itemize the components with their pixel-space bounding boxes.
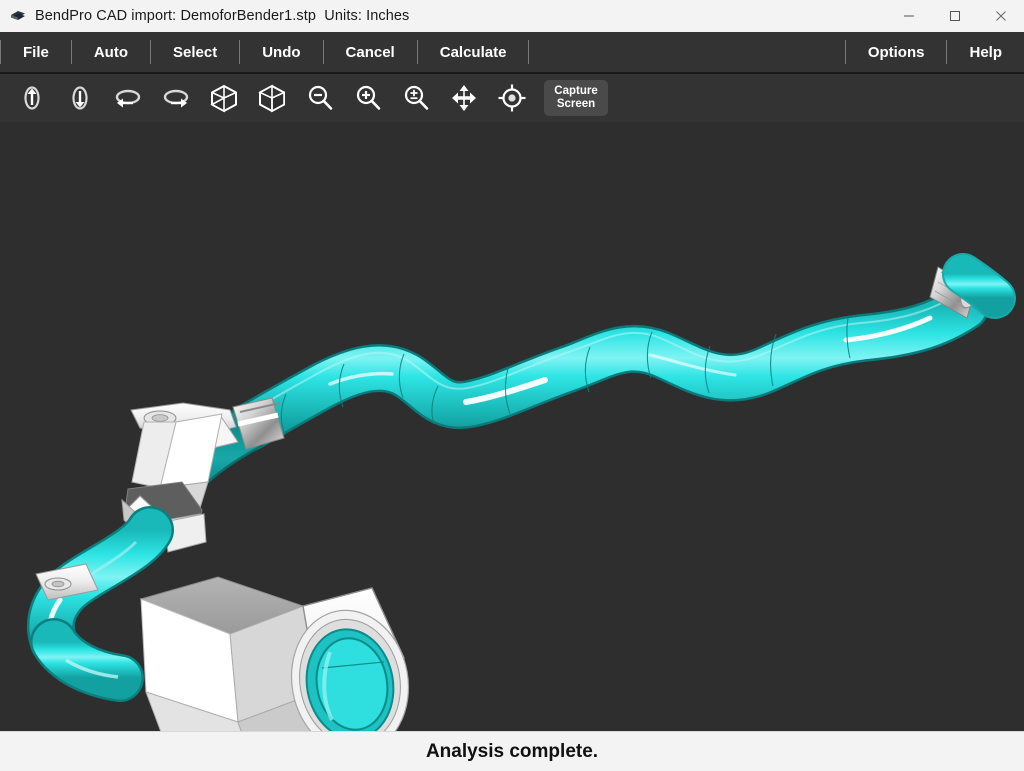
pan-icon[interactable] (440, 76, 488, 120)
menu-group-left: File Auto Select Undo Cancel Calculate (0, 32, 530, 72)
minimize-button[interactable] (886, 0, 932, 32)
hex-nut-fitting (139, 576, 410, 731)
menu-item-calculate[interactable]: Calculate (418, 32, 529, 72)
view-iso-solid-icon[interactable] (200, 76, 248, 120)
rotate-up-icon[interactable] (8, 76, 56, 120)
close-button[interactable] (978, 0, 1024, 32)
zoom-out-icon[interactable] (296, 76, 344, 120)
rotate-left-icon[interactable] (104, 76, 152, 120)
menu-item-auto[interactable]: Auto (72, 32, 150, 72)
zoom-in-icon[interactable] (344, 76, 392, 120)
toolbar: Capture Screen (0, 74, 1024, 122)
menu-item-help[interactable]: Help (947, 32, 1024, 72)
capture-screen-label-line1: Capture (554, 85, 598, 97)
status-message: Analysis complete. (425, 740, 599, 762)
center-target-icon[interactable] (488, 76, 536, 120)
window-controls (886, 0, 1024, 32)
title-bar: BendPro CAD import: DemoforBender1.stp U… (0, 0, 1024, 32)
window-title: BendPro CAD import: DemoforBender1.stp U… (35, 8, 410, 24)
status-bar: Analysis complete. (0, 731, 1024, 771)
menu-item-undo[interactable]: Undo (240, 32, 322, 72)
menu-item-cancel[interactable]: Cancel (324, 32, 417, 72)
bent-tube-assembly: Z Y X (26, 253, 1016, 731)
bent-sheet-icon (9, 7, 27, 25)
capture-screen-button[interactable]: Capture Screen (544, 80, 608, 116)
application-window: BendPro CAD import: DemoforBender1.stp U… (0, 0, 1024, 771)
menu-item-select[interactable]: Select (151, 32, 239, 72)
maximize-button[interactable] (932, 0, 978, 32)
view-iso-shaded-icon[interactable] (248, 76, 296, 120)
capture-screen-label-line2: Screen (556, 98, 596, 110)
zoom-fit-icon[interactable] (392, 76, 440, 120)
rotate-down-icon[interactable] (56, 76, 104, 120)
menu-item-options[interactable]: Options (846, 32, 947, 72)
menu-separator (528, 40, 530, 64)
model-viewport-3d[interactable]: Z Y X (0, 122, 1024, 731)
rotate-right-icon[interactable] (152, 76, 200, 120)
menu-group-right: Options Help (844, 32, 1024, 72)
menu-item-file[interactable]: File (1, 32, 71, 72)
menu-bar: File Auto Select Undo Cancel Calculate O… (0, 32, 1024, 74)
